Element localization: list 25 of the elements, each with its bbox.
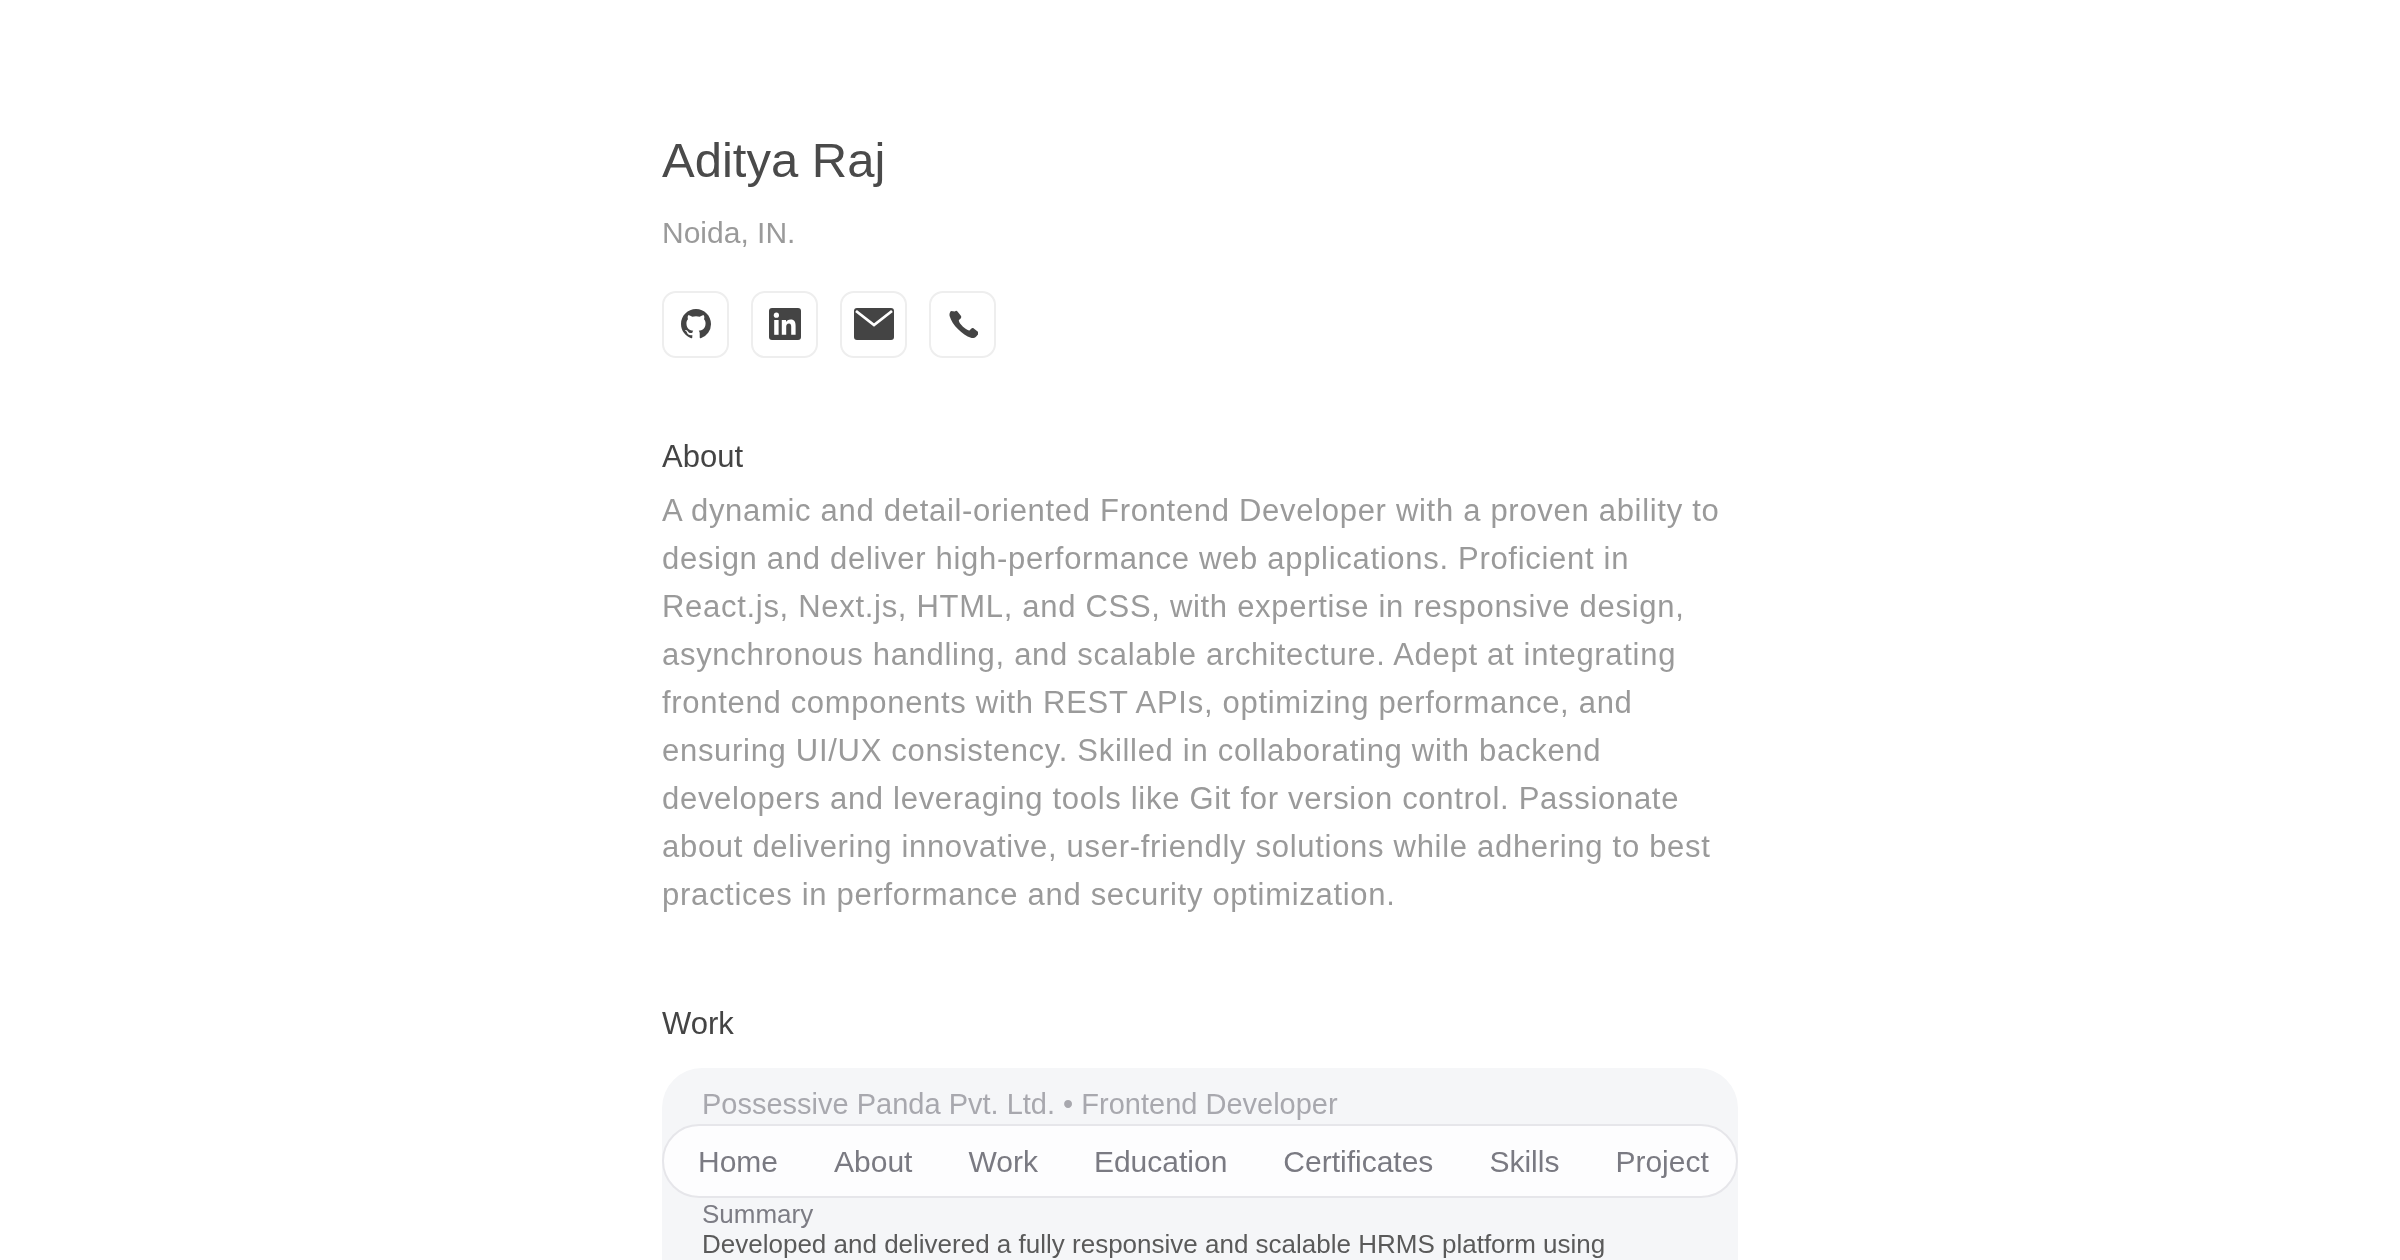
nav-link[interactable]: Certificates: [1283, 1138, 1434, 1184]
nav-link[interactable]: About: [834, 1138, 913, 1184]
nav-link[interactable]: Work: [968, 1138, 1038, 1184]
linkedin-link[interactable]: [751, 290, 818, 358]
job-role: Frontend Developer: [1081, 1088, 1338, 1121]
summary-label: Summary: [701, 1200, 815, 1229]
phone-icon: [947, 309, 978, 340]
section-heading: Work: [662, 1005, 735, 1043]
email-link[interactable]: [840, 290, 907, 358]
section-heading: About: [662, 437, 744, 476]
description-text: Developed and delivered a fully responsive and scalable HRMS platform using: [701, 1228, 1607, 1260]
phone-link[interactable]: [929, 290, 996, 358]
location-text: Noida, IN.: [662, 214, 797, 251]
nav-link[interactable]: Project: [1615, 1138, 1709, 1184]
github-icon: [680, 309, 711, 340]
nav-link[interactable]: Education: [1093, 1138, 1228, 1184]
github-link[interactable]: [662, 290, 729, 358]
company-name: Possessive Panda Pvt. Ltd.: [702, 1088, 1056, 1121]
nav-link[interactable]: Home: [698, 1138, 779, 1184]
envelope-icon: [853, 308, 894, 341]
separator-dot: •: [1063, 1088, 1074, 1121]
linkedin-icon: [768, 308, 801, 341]
nav-link[interactable]: Skills: [1489, 1138, 1560, 1184]
about-paragraph: A dynamic and detail-oriented Frontend Developer with a proven ability to design and deliver high-performance web applications. Proficient in React.js, Next.js, HTML, and CSS, with expertise in responsive design, asynchronous handling, and scalable architecture. Adept at integrating frontend components with REST APIs, optimizing performance, and ensuring UI/UX consistency. Skilled in collaborating with backend developers and leveraging tools like Git for version control. Passionate about delivering innovative, user-friendly solutions while adhering to best practices in performance and security optimization.: [662, 492, 1721, 915]
person-name: Aditya Raj: [662, 134, 887, 188]
